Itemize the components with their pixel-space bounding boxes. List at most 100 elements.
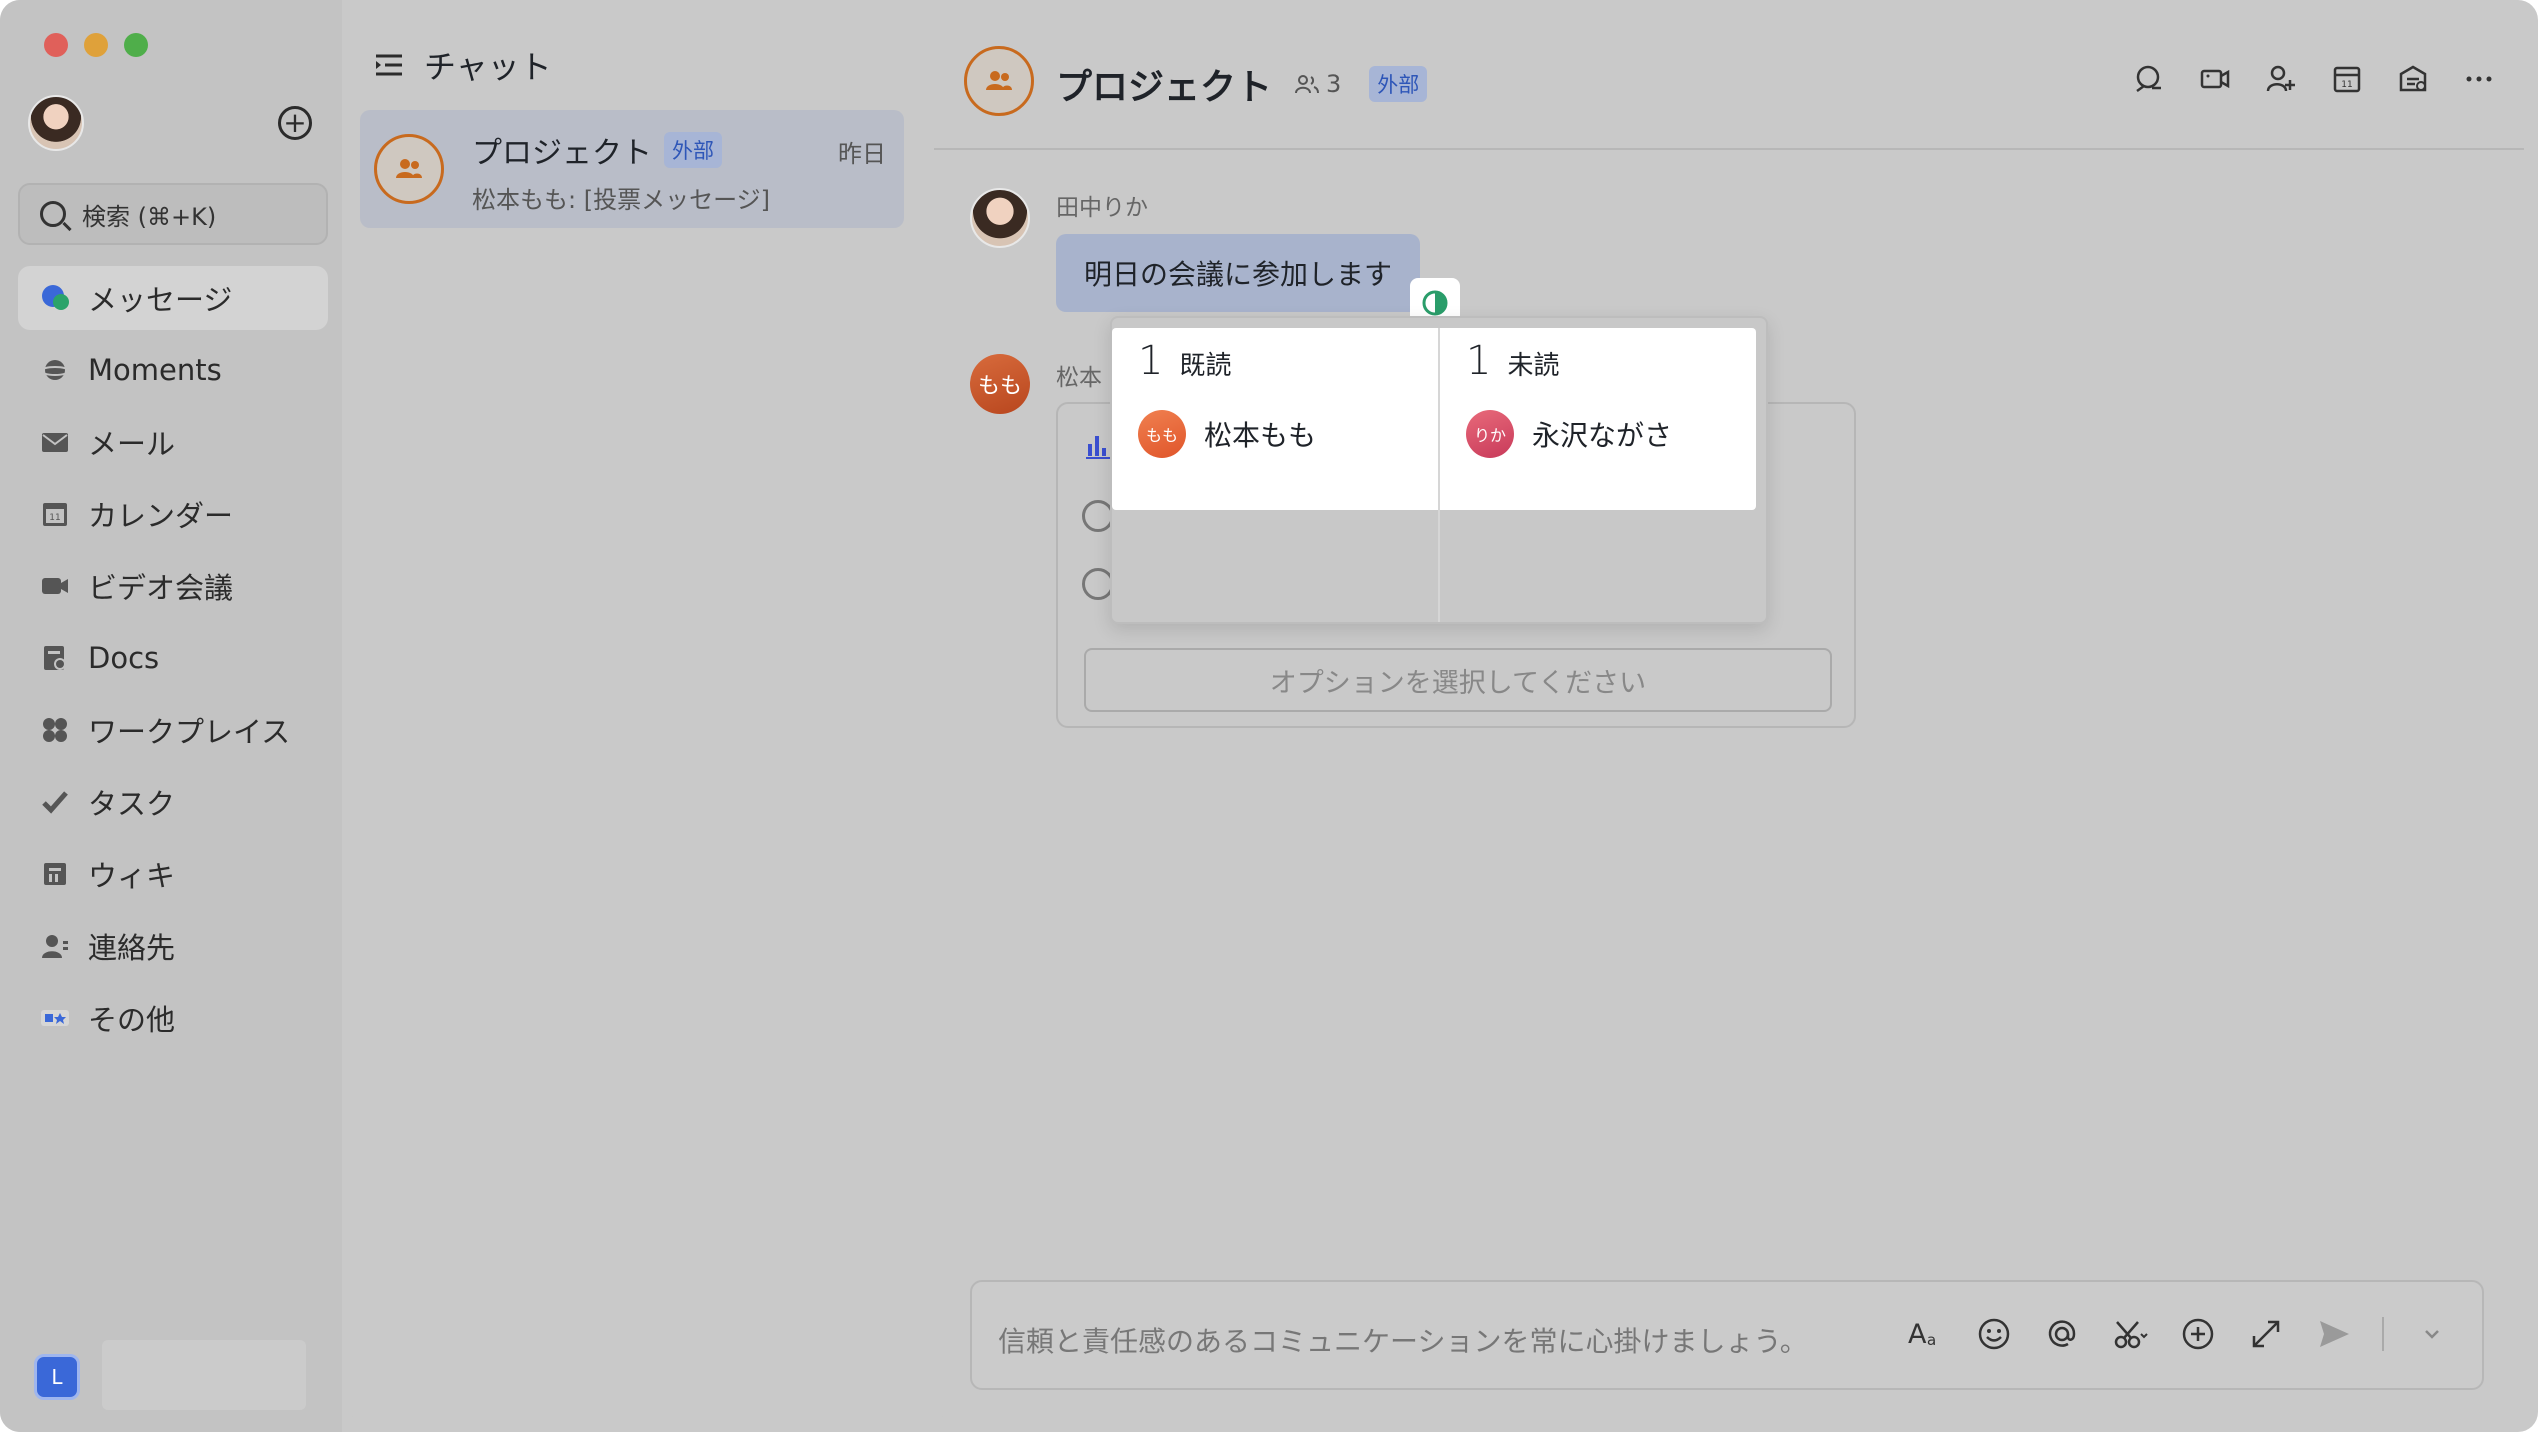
video-camera-icon bbox=[38, 569, 72, 603]
nav-item-tasks[interactable]: タスク bbox=[18, 770, 328, 834]
sender-avatar[interactable]: もも bbox=[970, 354, 1030, 414]
chat-main-panel: プロジェクト 3 外部 11 田中りか 明日の会議に参加します もも 松本 オプ… bbox=[934, 14, 2524, 1418]
person-avatar: もも bbox=[1138, 410, 1186, 458]
sender-name: 松本 bbox=[1056, 365, 1102, 391]
close-window-button[interactable] bbox=[44, 33, 68, 57]
calendar-icon[interactable]: 11 bbox=[2332, 64, 2362, 94]
search-placeholder: 検索 (⌘+K) bbox=[82, 202, 217, 231]
nav-item-contacts[interactable]: 連絡先 bbox=[18, 914, 328, 978]
person-avatar: りか bbox=[1466, 410, 1514, 458]
nav-item-label: ビデオ会議 bbox=[88, 571, 234, 605]
nav-item-more[interactable]: その他 bbox=[18, 986, 328, 1050]
emoji-icon[interactable] bbox=[1974, 1314, 2014, 1354]
send-icon[interactable] bbox=[2314, 1314, 2354, 1354]
nav-item-video[interactable]: ビデオ会議 bbox=[18, 554, 328, 618]
nav-item-label: ウィキ bbox=[88, 859, 176, 893]
add-member-icon[interactable] bbox=[2266, 64, 2296, 94]
text-format-icon[interactable]: Aa bbox=[1906, 1314, 1946, 1354]
nav-item-mail[interactable]: メール bbox=[18, 410, 328, 474]
nav-item-label: メール bbox=[88, 427, 176, 461]
chat-list-header: チャット bbox=[374, 42, 552, 88]
chat-item-title: プロジェクト 外部 bbox=[472, 128, 722, 172]
nav-item-moments[interactable]: Moments bbox=[18, 338, 328, 402]
person-name: 松本もも bbox=[1204, 419, 1317, 452]
chat-title-text: プロジェクト bbox=[1056, 67, 1273, 108]
maximize-window-button[interactable] bbox=[124, 33, 148, 57]
sender-avatar[interactable] bbox=[970, 188, 1030, 248]
person-icon bbox=[38, 929, 72, 963]
sidebar: + 検索 (⌘+K) メッセージ Moments メール 11 カレンダー ビデ… bbox=[0, 0, 342, 1432]
mail-icon bbox=[38, 425, 72, 459]
calendar-icon: 11 bbox=[38, 497, 72, 531]
nav-item-workplace[interactable]: ワークプレイス bbox=[18, 698, 328, 762]
chat-header: プロジェクト 3 外部 11 bbox=[934, 14, 2524, 150]
svg-text:a: a bbox=[1927, 1331, 1936, 1349]
search-chat-icon[interactable] bbox=[2134, 64, 2164, 94]
workspace-name-placeholder bbox=[102, 1340, 306, 1410]
nav-item-label: カレンダー bbox=[88, 499, 234, 533]
search-box[interactable]: 検索 (⌘+K) bbox=[18, 183, 328, 245]
svg-text:11: 11 bbox=[2341, 80, 2352, 90]
input-toolbar: Aa bbox=[1906, 1314, 2452, 1354]
checkmark-icon bbox=[38, 785, 72, 819]
nav-item-label: その他 bbox=[88, 1003, 176, 1037]
group-settings-icon[interactable] bbox=[2398, 64, 2428, 94]
nav-item-label: Docs bbox=[88, 641, 160, 675]
message-bubble-icon bbox=[38, 281, 72, 315]
video-call-icon[interactable] bbox=[2200, 64, 2230, 94]
vote-select-button[interactable]: オプションを選択してください bbox=[1084, 648, 1832, 712]
nav-item-messages[interactable]: メッセージ bbox=[18, 266, 328, 330]
minimize-window-button[interactable] bbox=[84, 33, 108, 57]
chat-item-preview: 松本もも: [投票メッセージ] bbox=[472, 186, 770, 214]
external-badge: 外部 bbox=[1369, 66, 1428, 102]
more-options-icon[interactable] bbox=[2464, 64, 2494, 94]
member-count-value: 3 bbox=[1326, 70, 1342, 98]
sender-name: 田中りか bbox=[1056, 195, 1148, 221]
nav-item-calendar[interactable]: 11 カレンダー bbox=[18, 482, 328, 546]
read-column: 1 既読 もも 松本もも bbox=[1138, 338, 1458, 458]
members-icon bbox=[1295, 75, 1320, 94]
member-count[interactable]: 3 bbox=[1294, 70, 1341, 98]
add-circle-icon[interactable]: + bbox=[278, 106, 312, 140]
nav-item-docs[interactable]: Docs bbox=[18, 626, 328, 690]
add-attachment-icon[interactable] bbox=[2178, 1314, 2218, 1354]
chat-list-item[interactable]: プロジェクト 外部 昨日 松本もも: [投票メッセージ] bbox=[360, 110, 904, 228]
group-people-icon bbox=[396, 159, 422, 178]
read-label: 既読 bbox=[1179, 351, 1232, 381]
screenshot-scissors-icon[interactable] bbox=[2110, 1314, 2150, 1354]
nav-item-label: 連絡先 bbox=[88, 931, 176, 965]
unread-label: 未読 bbox=[1507, 351, 1560, 381]
read-count: 1 bbox=[1138, 338, 1164, 384]
read-person[interactable]: もも 松本もも bbox=[1138, 410, 1458, 458]
external-badge: 外部 bbox=[664, 132, 722, 168]
nav-item-label: メッセージ bbox=[88, 283, 233, 317]
more-apps-icon bbox=[38, 1001, 72, 1035]
person-name: 永沢ながさ bbox=[1532, 419, 1673, 452]
svg-text:11: 11 bbox=[49, 513, 60, 523]
group-avatar[interactable] bbox=[964, 46, 1034, 116]
nav-list: メッセージ Moments メール 11 カレンダー ビデオ会議 Docs ワー… bbox=[18, 266, 328, 1058]
chat-item-name: プロジェクト bbox=[472, 136, 652, 171]
svg-text:A: A bbox=[1908, 1319, 1927, 1350]
workspace-badge[interactable]: L bbox=[34, 1354, 80, 1400]
chat-list-panel: チャット プロジェクト 外部 昨日 松本もも: [投票メッセージ] bbox=[344, 14, 920, 1418]
chat-list-title: チャット bbox=[424, 48, 552, 86]
message-input[interactable]: 信頼と責任感のあるコミュニケーションを常に心掛けましょう。 Aa bbox=[970, 1280, 2484, 1390]
read-count-row: 1 既読 bbox=[1138, 338, 1458, 384]
chevron-down-icon[interactable] bbox=[2412, 1314, 2452, 1354]
nav-item-label: ワークプレイス bbox=[88, 715, 291, 749]
chat-item-time: 昨日 bbox=[838, 140, 886, 168]
unread-count: 1 bbox=[1466, 338, 1492, 384]
message-bubble[interactable]: 明日の会議に参加します bbox=[1056, 234, 1421, 312]
unread-person[interactable]: りか 永沢ながさ bbox=[1466, 410, 1786, 458]
wiki-icon bbox=[38, 857, 72, 891]
mention-icon[interactable] bbox=[2042, 1314, 2082, 1354]
group-people-icon bbox=[986, 71, 1012, 90]
nav-item-label: タスク bbox=[88, 787, 176, 821]
user-avatar[interactable] bbox=[28, 95, 84, 151]
toolbar-divider bbox=[2382, 1317, 2384, 1351]
nav-item-wiki[interactable]: ウィキ bbox=[18, 842, 328, 906]
group-avatar bbox=[374, 134, 444, 204]
expand-icon[interactable] bbox=[2246, 1314, 2286, 1354]
collapse-menu-icon[interactable] bbox=[374, 52, 404, 78]
